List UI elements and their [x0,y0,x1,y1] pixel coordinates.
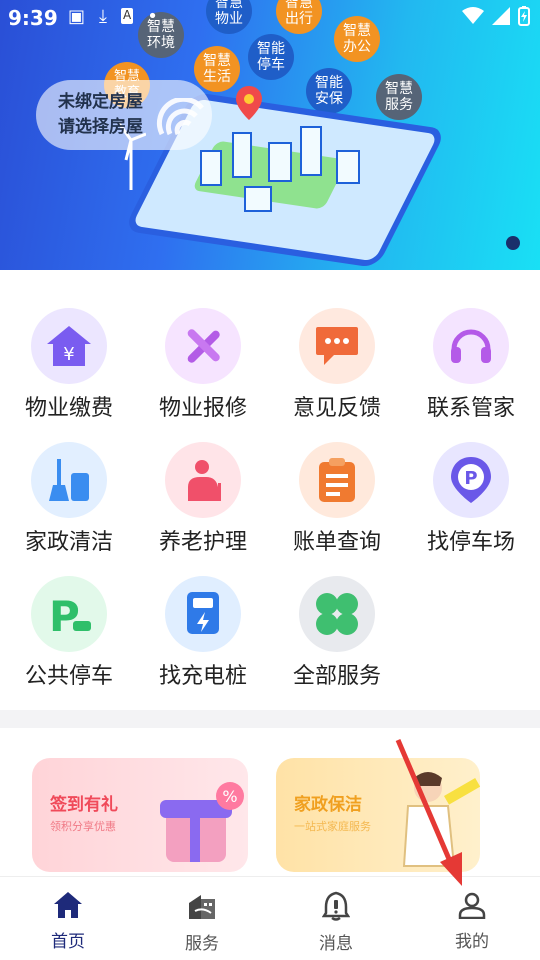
select-house-text: 请选择房屋 [58,117,143,137]
bubble-service: 智慧 服务 [376,74,422,120]
building-illustration [336,150,360,184]
chat-bubble-icon [299,308,375,384]
building-icon [189,895,215,919]
status-bar: 9:39 ▣ ⤓ A • [0,0,540,36]
select-house-button[interactable]: 未绑定房屋 请选择房屋 [36,80,212,150]
nav-label: 我的 [455,932,489,952]
building-illustration [244,186,272,212]
service-feedback[interactable]: 意见反馈 [270,308,404,442]
signal-icon [492,7,510,25]
nav-profile[interactable]: 我的 [422,891,522,952]
cleaner-illustration [402,772,480,867]
service-label: 意见反馈 [292,396,381,421]
public-parking-icon: P [31,576,107,652]
gift-box-illustration: % [160,782,244,862]
svg-text:%: % [222,787,237,806]
promo-title: 家政保洁 [294,795,362,815]
service-label: 账单查询 [292,530,381,555]
status-time: 9:39 [8,6,58,30]
service-label: 物业缴费 [24,396,113,421]
service-grid: ¥ 物业缴费 物业报修 意见反馈 联系管家 家政清洁 养老护理 账单查询 P 找… [0,270,540,710]
service-label: 公共停车 [24,664,113,689]
location-pin-icon [236,86,262,120]
service-repair[interactable]: 物业报修 [136,308,270,442]
bubble-parking: 智能 停车 [248,34,294,80]
service-label: 全部服务 [292,664,381,689]
user-icon [458,892,486,920]
promo-subtitle: 一站式家庭服务 [294,820,371,833]
service-bill-query[interactable]: 账单查询 [270,442,404,576]
bell-icon [321,891,351,921]
font-icon: A [120,8,134,24]
bind-status-text: 未绑定房屋 [58,92,143,112]
promo-subtitle: 领积分享优惠 [50,820,116,833]
headset-icon [433,308,509,384]
nav-label: 服务 [185,934,219,954]
promo-checkin-card[interactable]: 签到有礼 领积分享优惠 % [32,758,248,872]
bubble-life: 智慧 生活 [194,46,240,92]
service-label: 物业报修 [158,396,247,421]
svg-text:P: P [464,468,477,489]
bubble-security: 智能 安保 [306,68,352,114]
parking-pin-icon: P [433,442,509,518]
nav-services[interactable]: 服务 [152,891,252,954]
nav-label: 消息 [319,934,353,954]
promo-section: 签到有礼 领积分享优惠 % 家政保洁 一站式家庭服务 [0,728,540,878]
service-contact-butler[interactable]: 联系管家 [404,308,538,442]
service-cleaning[interactable]: 家政清洁 [2,442,136,576]
service-label: 养老护理 [158,530,247,555]
service-label: 家政清洁 [24,530,113,555]
download-icon: ⤓ [99,6,107,27]
clipboard-icon [299,442,375,518]
nav-messages[interactable]: 消息 [286,891,386,954]
svg-text:¥: ¥ [63,344,74,365]
home-icon [54,892,82,918]
battery-icon [518,6,530,26]
cleaning-icon [31,442,107,518]
service-elder-care[interactable]: 养老护理 [136,442,270,576]
all-services-icon [299,576,375,652]
building-illustration [300,126,322,176]
service-find-parking[interactable]: P 找停车场 [404,442,538,576]
charging-pile-icon [165,576,241,652]
house-yen-icon: ¥ [31,308,107,384]
building-illustration [232,132,252,178]
service-all[interactable]: 全部服务 [270,576,404,710]
promo-title: 签到有礼 [50,795,118,815]
carousel-indicator[interactable] [506,236,520,250]
nav-home[interactable]: 首页 [18,891,118,952]
service-charging-pile[interactable]: 找充电桩 [136,576,270,710]
tools-icon [165,308,241,384]
service-label: 联系管家 [426,396,515,421]
service-label: 找充电桩 [158,664,247,689]
image-icon: ▣ [68,6,86,27]
dot-icon: • [147,6,158,27]
building-illustration [268,142,292,182]
hero-banner[interactable]: 9:39 ▣ ⤓ A • 智慧教育 智慧环境 智慧物业 智慧出行 智慧办公 智能… [0,0,540,270]
bottom-nav: 首页 服务 消息 我的 [0,876,540,960]
nav-label: 首页 [51,932,85,952]
wifi-icon [462,7,484,24]
service-label: 找停车场 [426,530,515,555]
service-property-fee[interactable]: ¥ 物业缴费 [2,308,136,442]
service-public-parking[interactable]: P 公共停车 [2,576,136,710]
promo-housekeeping-card[interactable]: 家政保洁 一站式家庭服务 [276,758,480,872]
building-illustration [200,150,222,186]
elder-care-icon [165,442,241,518]
